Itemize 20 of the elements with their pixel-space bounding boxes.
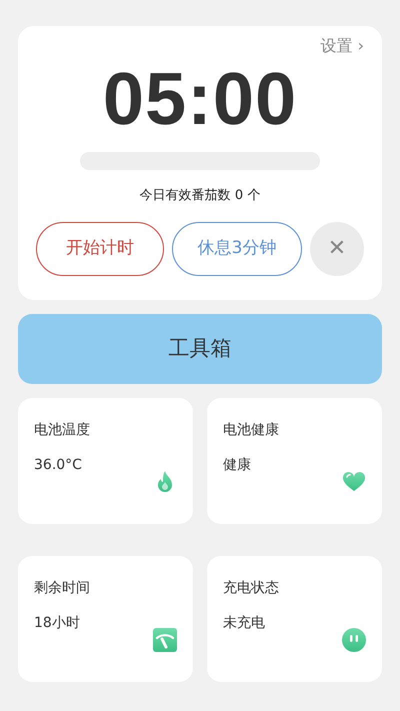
timer-display: 05:00 (102, 62, 298, 136)
tomato-count: 今日有效番茄数 0 个 (140, 187, 260, 205)
gauge-icon (153, 628, 177, 652)
stat-card[interactable]: 充电状态 未充电 (207, 556, 382, 682)
stat-card[interactable]: 电池健康 健康 (207, 398, 382, 524)
stat-value: 健康 (223, 456, 252, 475)
stat-title: 电池温度 (34, 421, 91, 440)
stat-value: 18小时 (34, 614, 81, 633)
stat-title: 电池健康 (223, 421, 280, 440)
toolbox-button[interactable]: 工具箱 (18, 314, 382, 384)
stat-card[interactable]: 电池温度 36.0°C (18, 398, 193, 524)
stat-value: 未充电 (223, 614, 266, 633)
heart-icon (342, 470, 366, 494)
settings-link[interactable]: 设置 › (320, 34, 364, 58)
plug-icon (342, 628, 366, 652)
stat-title: 剩余时间 (34, 579, 91, 598)
stat-title: 充电状态 (223, 579, 280, 598)
start-button[interactable]: 开始计时 (36, 222, 164, 276)
stat-value: 36.0°C (34, 456, 83, 475)
stat-card[interactable]: 剩余时间 18小时 (18, 556, 193, 682)
